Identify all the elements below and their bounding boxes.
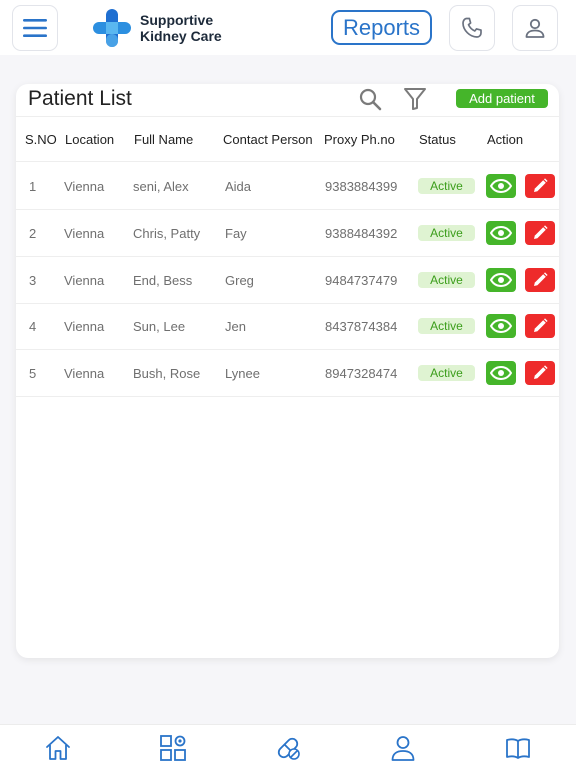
cell-proxy-phone: 9388484392 [325,226,398,241]
table-row: 1 Vienna seni, Alex Aida 9383884399 Acti… [16,163,559,210]
book-icon [506,738,530,759]
cell-contact-person: Jen [225,319,246,334]
status-badge: Active [418,178,475,194]
cell-contact-person: Lynee [225,366,260,381]
cell-location: Vienna [64,273,105,288]
column-header-full-name: Full Name [134,132,194,147]
column-header-contact-person: Contact Person [223,132,313,147]
edit-button[interactable] [525,268,555,292]
user-button[interactable] [512,5,558,51]
nav-library[interactable] [503,733,533,763]
cell-location: Vienna [64,179,105,194]
cell-location: Vienna [64,319,105,334]
search-icon[interactable] [358,87,382,111]
cell-sno: 3 [29,273,37,288]
cell-sno: 4 [29,319,37,334]
user-icon [525,18,545,38]
edit-button[interactable] [525,314,555,338]
cell-sno: 2 [29,226,37,241]
status-badge: Active [418,272,475,288]
eye-icon [490,273,512,287]
pencil-icon [534,225,548,239]
profile-icon [391,736,415,761]
cell-contact-person: Greg [225,273,254,288]
dashboard-icon [160,735,186,761]
reports-button[interactable]: Reports [331,10,432,45]
view-button[interactable] [486,361,516,385]
filter-icon[interactable] [403,87,427,111]
nav-profile[interactable] [388,733,418,763]
eye-icon [490,366,512,380]
cross-logo-icon [93,9,131,47]
cell-location: Vienna [64,366,105,381]
eye-icon [490,226,512,240]
cell-location: Vienna [64,226,105,241]
column-header-proxy-phone: Proxy Ph.no [324,132,395,147]
status-badge: Active [418,225,475,241]
cell-contact-person: Aida [225,179,252,194]
cell-contact-person: Fay [225,226,247,241]
menu-button[interactable] [12,5,58,51]
pencil-icon [534,318,548,332]
pencil-icon [534,272,548,286]
home-icon [46,736,70,760]
table-row: 5 Vienna Bush, Rose Lynee 8947328474 Act… [16,350,559,397]
app-header: Supportive Kidney Care Reports [0,0,576,55]
edit-button[interactable] [525,361,555,385]
column-header-action: Action [487,132,524,147]
view-button[interactable] [486,221,516,245]
phone-button[interactable] [449,5,495,51]
cell-sno: 5 [29,366,37,381]
brand-line-1: Supportive [140,12,214,28]
cell-proxy-phone: 9383884399 [325,179,398,194]
column-header-sno: S.NO [25,132,57,147]
view-button[interactable] [486,174,516,198]
table-row: 3 Vienna End, Bess Greg 9484737479 Activ… [16,257,559,304]
cell-proxy-phone: 8947328474 [325,366,398,381]
phone-icon [462,17,482,38]
view-button[interactable] [486,314,516,338]
cell-full-name: Bush, Rose [133,366,201,381]
edit-button[interactable] [525,174,555,198]
status-badge: Active [418,318,475,334]
edit-button[interactable] [525,221,555,245]
nav-medication[interactable] [273,733,303,763]
hamburger-icon [23,19,47,37]
pencil-icon [534,365,548,379]
brand-logo: Supportive Kidney Care [92,8,222,48]
column-header-location: Location [65,132,115,147]
nav-dashboard[interactable] [158,733,188,763]
cell-full-name: Sun, Lee [133,319,186,334]
nav-home[interactable] [43,733,73,763]
pencil-icon [534,178,548,192]
add-patient-button[interactable]: Add patient [456,89,548,108]
table-row: 2 Vienna Chris, Patty Fay 9388484392 Act… [16,210,559,257]
eye-icon [490,179,512,193]
table-header: S.NO Location Full Name Contact Person P… [16,116,559,162]
patient-list-card: Patient List Add patient S.NO Location F… [16,84,559,658]
column-header-status: Status [419,132,456,147]
status-badge: Active [418,365,475,381]
cell-full-name: End, Bess [133,273,193,288]
cell-proxy-phone: 9484737479 [325,273,398,288]
cell-sno: 1 [29,179,37,194]
medication-icon [277,737,300,760]
cell-full-name: Chris, Patty [133,226,201,241]
cell-proxy-phone: 8437874384 [325,319,398,334]
view-button[interactable] [486,268,516,292]
brand-name: Supportive Kidney Care [140,12,222,44]
bottom-navigation [0,724,576,768]
brand-line-2: Kidney Care [140,28,222,44]
page-title: Patient List [28,87,132,110]
eye-icon [490,319,512,333]
table-row: 4 Vienna Sun, Lee Jen 8437874384 Active [16,303,559,350]
cell-full-name: seni, Alex [133,179,189,194]
